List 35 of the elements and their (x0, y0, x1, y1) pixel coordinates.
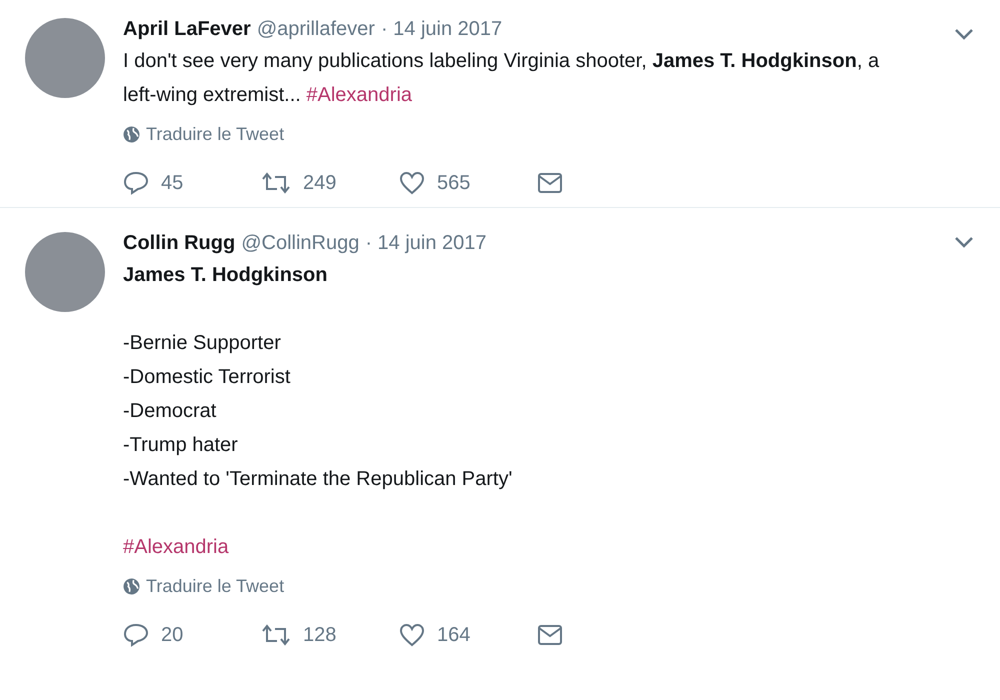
tweet-date[interactable]: · 14 juin 2017 (365, 228, 487, 258)
user-handle[interactable]: @aprillafever (256, 14, 375, 44)
heart-icon[interactable] (399, 623, 425, 647)
action-count: 128 (303, 624, 336, 646)
heart-icon[interactable] (399, 171, 425, 195)
reply-icon[interactable] (123, 171, 149, 195)
translate-link[interactable]: Traduire le Tweet (146, 124, 284, 145)
action-count: 20 (161, 624, 184, 646)
chevron-down-icon[interactable] (954, 236, 974, 248)
user-handle[interactable]: @CollinRugg (241, 228, 360, 258)
chevron-down-icon[interactable] (954, 28, 974, 40)
tweet-text: -Trump hater (123, 433, 239, 458)
globe-icon (123, 126, 140, 143)
retweet-icon[interactable] (261, 172, 291, 194)
hashtag-link[interactable]: #Alexandria (306, 84, 412, 106)
retweet-icon[interactable] (261, 624, 291, 646)
hashtag-link[interactable]: #Alexandria (123, 536, 229, 558)
tweet-text: -Democrat (123, 399, 218, 424)
tweet-text: I don't see very many publications labeling Virginia shooter, James T. Hodgkinson, a left-wing extremist... #Alexandria (123, 50, 880, 106)
user-name[interactable]: Collin Rugg (123, 228, 236, 258)
action-count: 249 (303, 172, 336, 194)
tweet-date[interactable]: · 14 juin 2017 (380, 14, 502, 44)
action-count: 45 (161, 172, 184, 194)
user-name[interactable]: April LaFever (123, 14, 251, 44)
tweet-text: James T. Hodgkinson (123, 263, 328, 288)
globe-icon (123, 578, 140, 595)
action-count: 565 (437, 172, 470, 194)
tweet-text: -Domestic Terrorist (123, 365, 292, 390)
reply-icon[interactable] (123, 623, 149, 647)
tweet-text: -Bernie Supporter (123, 331, 282, 356)
translate-link[interactable]: Traduire le Tweet (146, 576, 284, 597)
action-count: 164 (437, 624, 470, 646)
tweet-text: -Wanted to 'Terminate the Republican Party' (123, 467, 514, 492)
envelope-icon[interactable] (537, 172, 563, 194)
envelope-icon[interactable] (537, 624, 563, 646)
